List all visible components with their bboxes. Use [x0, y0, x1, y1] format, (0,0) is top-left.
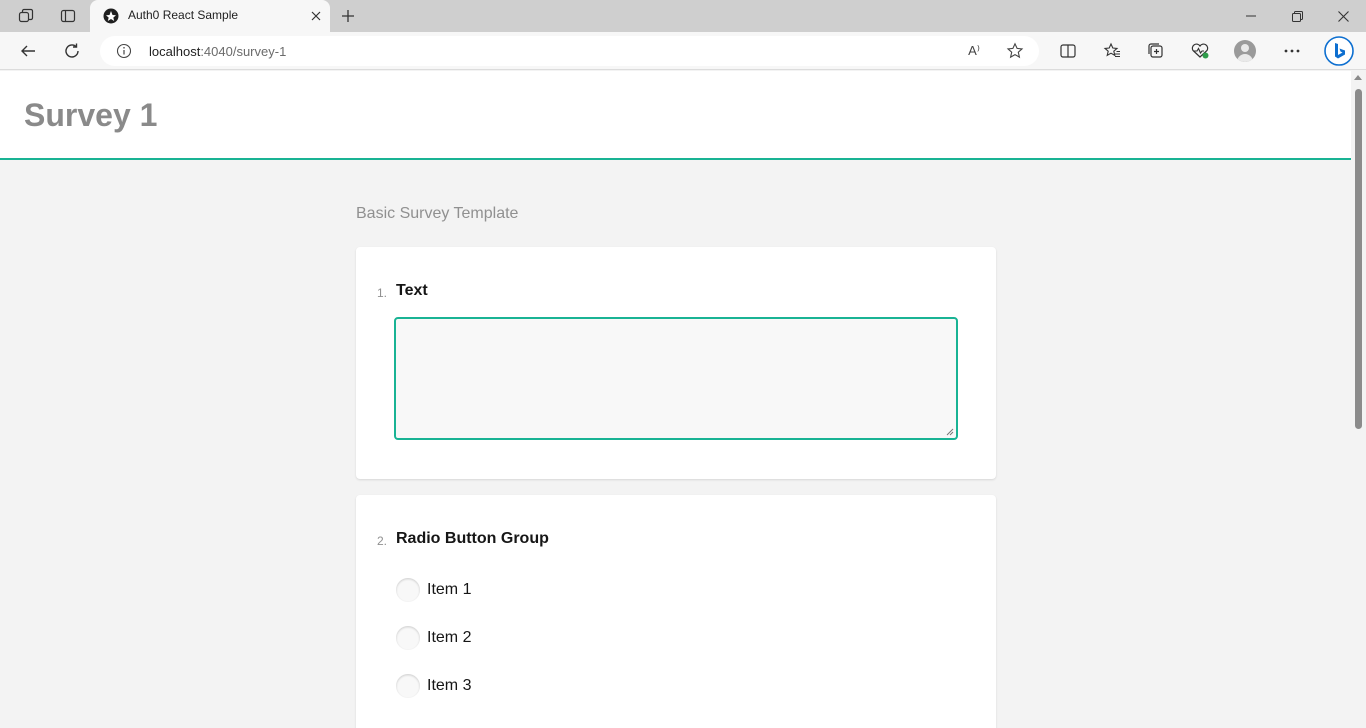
resize-grip-icon[interactable] — [946, 428, 954, 436]
avatar-head — [1241, 44, 1249, 52]
restore-icon[interactable] — [1274, 0, 1320, 32]
split-screen-icon[interactable] — [1056, 39, 1080, 63]
radio-label: Item 1 — [427, 581, 472, 598]
url-text[interactable]: localhost:4040/survey-1 — [149, 44, 286, 59]
radio-button[interactable] — [396, 578, 420, 602]
back-arrow-icon[interactable] — [16, 39, 40, 63]
question-title: Radio Button Group — [396, 530, 549, 547]
close-icon[interactable] — [308, 8, 324, 24]
info-icon[interactable] — [116, 43, 132, 59]
question-card-radiogroup: 2. Radio Button Group Item 1 Item 2 Item… — [356, 495, 996, 728]
profile-avatar-icon[interactable] — [1234, 40, 1256, 62]
tab-actions-icon[interactable] — [58, 6, 78, 26]
favorites-icon[interactable] — [1100, 39, 1124, 63]
tab-title: Auth0 React Sample — [128, 8, 239, 22]
page-title: Survey 1 — [24, 97, 158, 133]
refresh-icon[interactable] — [60, 39, 84, 63]
question-title: Text — [396, 282, 428, 299]
survey-description: Basic Survey Template — [356, 205, 519, 222]
radio-label: Item 3 — [427, 677, 472, 694]
scroll-up-arrow-icon[interactable] — [1354, 75, 1362, 80]
workspaces-icon[interactable] — [16, 6, 36, 26]
question-number: 1. — [377, 286, 388, 300]
active-tab[interactable]: Auth0 React Sample — [90, 0, 330, 32]
radio-button[interactable] — [396, 626, 420, 650]
bing-icon[interactable] — [1324, 36, 1354, 66]
radio-option-item-3[interactable]: Item 3 — [396, 674, 596, 700]
url-host: localhost — [149, 44, 201, 59]
plus-icon[interactable] — [338, 6, 358, 26]
page-scrollbar[interactable] — [1351, 71, 1366, 728]
question-number: 2. — [377, 534, 388, 548]
address-bar[interactable]: localhost:4040/survey-1 A⁾ — [100, 36, 1039, 66]
question-card-text: 1. Text — [356, 247, 996, 479]
auth0-favicon-icon — [102, 7, 120, 25]
minimize-icon[interactable] — [1228, 0, 1274, 32]
collections-icon[interactable] — [1144, 39, 1168, 63]
star-icon[interactable] — [1005, 42, 1025, 60]
radio-button[interactable] — [396, 674, 420, 698]
page-viewport: Survey 1 Basic Survey Template 1. Text 2… — [0, 71, 1351, 728]
url-path: :4040/survey-1 — [200, 44, 287, 59]
heart-pulse-icon[interactable] — [1188, 39, 1212, 63]
scrollbar-thumb[interactable] — [1355, 89, 1362, 429]
text-answer-input[interactable] — [394, 317, 958, 440]
tab-strip: Auth0 React Sample — [0, 0, 1366, 32]
page-header: Survey 1 — [0, 71, 1351, 160]
radio-option-item-2[interactable]: Item 2 — [396, 626, 596, 652]
avatar-body — [1237, 54, 1253, 62]
radio-label: Item 2 — [427, 629, 472, 646]
read-aloud-icon[interactable]: A⁾ — [964, 42, 984, 60]
radio-option-item-1[interactable]: Item 1 — [396, 578, 596, 604]
more-icon[interactable] — [1280, 39, 1304, 63]
browser-toolbar: localhost:4040/survey-1 A⁾ — [0, 32, 1366, 70]
close-window-icon[interactable] — [1320, 0, 1366, 32]
